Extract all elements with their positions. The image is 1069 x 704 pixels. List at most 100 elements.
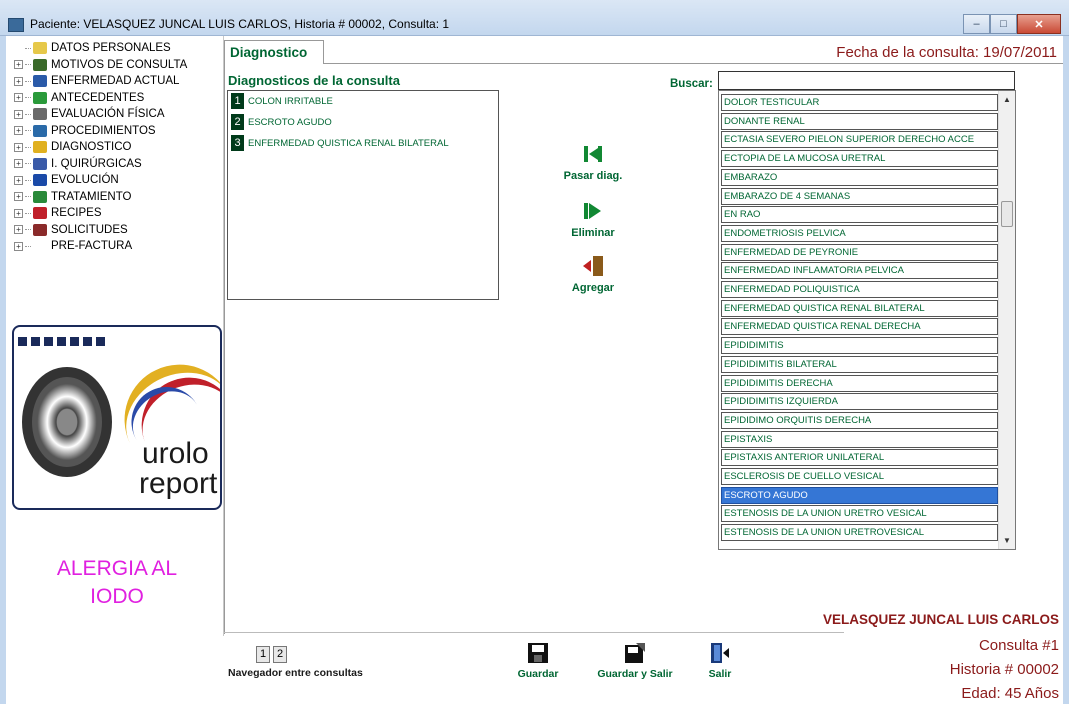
tree-item[interactable]: + ENFERMEDAD ACTUAL (14, 73, 187, 90)
expand-icon[interactable]: + (14, 159, 23, 169)
tree-connector (25, 163, 31, 165)
diagnosis-row[interactable]: 2 ESCROTO AGUDO (231, 114, 332, 130)
pasar-diag-button[interactable]: Pasar diag. (558, 140, 628, 182)
eliminar-button[interactable]: Eliminar (558, 197, 628, 239)
list-item[interactable]: ENDOMETRIOSIS PELVICA (721, 224, 998, 242)
bar-chart-icon (33, 75, 47, 88)
close-button[interactable]: ✕ (1017, 14, 1061, 34)
diagnosis-row[interactable]: 1 COLON IRRITABLE (231, 93, 333, 109)
expand-icon[interactable]: + (14, 76, 23, 86)
tree-item[interactable]: + EVALUACIÓN FÍSICA (14, 106, 187, 123)
logo-text-report: report (139, 467, 218, 500)
list-item[interactable]: DOLOR TESTICULAR (721, 94, 998, 111)
tree-item[interactable]: + ANTECEDENTES (14, 90, 187, 107)
tree-connector (25, 212, 31, 214)
consulta-number: Consulta #1 (978, 637, 1059, 654)
nav-page-1[interactable]: 1 (256, 646, 270, 663)
save-exit-icon (622, 640, 648, 666)
tree-connector (25, 113, 31, 115)
urolo-report-logo: urolo report (12, 325, 222, 510)
list-item[interactable]: ESTENOSIS DE LA UNION URETROVESICAL (721, 524, 998, 542)
tree-item[interactable]: + TRATAMIENTO (14, 189, 187, 206)
guardar-button[interactable]: Guardar (508, 640, 568, 680)
search-input[interactable] (718, 71, 1015, 90)
lightning-icon (33, 141, 47, 154)
expand-icon[interactable]: + (14, 208, 23, 218)
list-item[interactable]: ENFERMEDAD DE PEYRONIE (721, 243, 998, 261)
minimize-button[interactable]: – (963, 14, 990, 34)
diagnosis-number: 2 (231, 114, 244, 130)
tree-item-label: DIAGNOSTICO (51, 141, 132, 154)
navigation-tree: DATOS PERSONALES + MOTIVOS DE CONSULTA + ENF… (14, 40, 187, 255)
diagnosis-text: ENFERMEDAD QUISTICA RENAL BILATERAL (248, 137, 449, 149)
scroll-up-icon[interactable]: ▲ (1003, 95, 1011, 104)
expand-icon[interactable]: + (14, 60, 23, 70)
list-item[interactable]: EMBARAZO DE 4 SEMANAS (721, 187, 998, 205)
list-item[interactable]: ENFERMEDAD POLIQUISTICA (721, 281, 998, 298)
list-item[interactable]: EPISTAXIS (721, 430, 998, 448)
tree-connector (25, 64, 31, 66)
maximize-button[interactable]: □ (990, 14, 1017, 34)
nav-page-2[interactable]: 2 (273, 646, 287, 663)
search-label: Buscar: (670, 78, 713, 90)
list-item[interactable]: EPIDIDIMITIS DERECHA (721, 374, 998, 392)
tree-item-label: RECIPES (51, 207, 102, 220)
globe-icon (33, 91, 47, 104)
tree-connector (25, 80, 31, 82)
list-item[interactable]: ECTASIA SEVERO PIELON SUPERIOR DERECHO A… (721, 131, 998, 149)
list-item[interactable]: ESCROTO AGUDO (721, 486, 998, 504)
tree-connector (25, 97, 31, 99)
tree-item[interactable]: + I. QUIRÚRGICAS (14, 156, 187, 173)
list-item[interactable]: EPIDIDIMITIS (721, 337, 998, 355)
salir-button[interactable]: Salir (700, 640, 740, 680)
guardar-salir-label: Guardar y Salir (597, 668, 673, 680)
arrow-left-icon (579, 140, 607, 168)
guardar-salir-button[interactable]: Guardar y Salir (590, 640, 680, 680)
tree-item[interactable]: + MOTIVOS DE CONSULTA (14, 57, 187, 74)
scroll-down-icon[interactable]: ▼ (1003, 536, 1011, 545)
list-item[interactable]: EN RAO (721, 206, 998, 224)
tree-item[interactable]: + PRE-FACTURA (14, 238, 187, 255)
tree-connector (25, 47, 31, 49)
tree-connector (25, 245, 31, 247)
expand-icon[interactable]: + (14, 142, 23, 152)
list-item[interactable]: EMBARAZO (721, 168, 998, 186)
tab-divider-left (224, 64, 225, 634)
list-item[interactable]: ESTENOSIS DE LA UNION URETRO VESICAL (721, 505, 998, 523)
agregar-button[interactable]: Agregar (558, 252, 628, 294)
list-item[interactable]: ENFERMEDAD INFLAMATORIA PELVICA (721, 262, 998, 280)
tree-item[interactable]: + EVOLUCIÓN (14, 172, 187, 189)
scroll-thumb[interactable] (1001, 201, 1013, 227)
tree-item[interactable]: + PROCEDIMIENTOS (14, 123, 187, 140)
tree-item-label: EVALUACIÓN FÍSICA (51, 108, 165, 121)
tree-item[interactable]: DATOS PERSONALES (14, 40, 187, 57)
tree-item[interactable]: + RECIPES (14, 205, 187, 222)
expand-icon[interactable]: + (14, 241, 23, 251)
logo-stripe-icon (18, 337, 109, 346)
list-item[interactable]: ECTOPIA DE LA MUCOSA URETRAL (721, 150, 998, 168)
list-item[interactable]: ENFERMEDAD QUISTICA RENAL BILATERAL (721, 299, 998, 317)
expand-icon[interactable]: + (14, 175, 23, 185)
expand-icon[interactable]: + (14, 192, 23, 202)
tree-item[interactable]: + DIAGNOSTICO (14, 139, 187, 156)
diagnosis-catalog-list[interactable]: ▲ ▼ DOLOR TESTICULAR DONANTE RENAL ECTASIA… (718, 90, 1016, 550)
list-item[interactable]: DONANTE RENAL (721, 112, 998, 130)
list-item[interactable]: EPIDIDIMITIS BILATERAL (721, 355, 998, 373)
tree-item[interactable]: + SOLICITUDES (14, 222, 187, 239)
list-item[interactable]: EPIDIDIMO ORQUITIS DERECHA (721, 411, 998, 429)
expand-icon[interactable]: + (14, 109, 23, 119)
expand-icon[interactable]: + (14, 225, 23, 235)
list-item[interactable]: EPISTAXIS ANTERIOR UNILATERAL (721, 449, 998, 467)
expand-icon[interactable]: + (14, 93, 23, 103)
diagnostics-list[interactable]: 1 COLON IRRITABLE 2 ESCROTO AGUDO 3 ENFERMEDA… (227, 90, 499, 300)
list-item[interactable]: EPIDIDIMITIS IZQUIERDA (721, 393, 998, 411)
diagnosis-row[interactable]: 3 ENFERMEDAD QUISTICA RENAL BILATERAL (231, 135, 449, 151)
list-item[interactable]: ESCLEROSIS DE CUELLO VESICAL (721, 468, 998, 485)
pasar-diag-label: Pasar diag. (563, 170, 623, 182)
film-reel-icon (22, 367, 112, 477)
diagnosis-text: ESCROTO AGUDO (248, 116, 332, 128)
list-item[interactable]: ENFERMEDAD QUISTICA RENAL DERECHA (721, 318, 998, 336)
expand-icon[interactable]: + (14, 126, 23, 136)
tab-diagnostico[interactable]: Diagnostico (224, 40, 324, 64)
list-scrollbar[interactable]: ▲ ▼ (998, 91, 1015, 549)
